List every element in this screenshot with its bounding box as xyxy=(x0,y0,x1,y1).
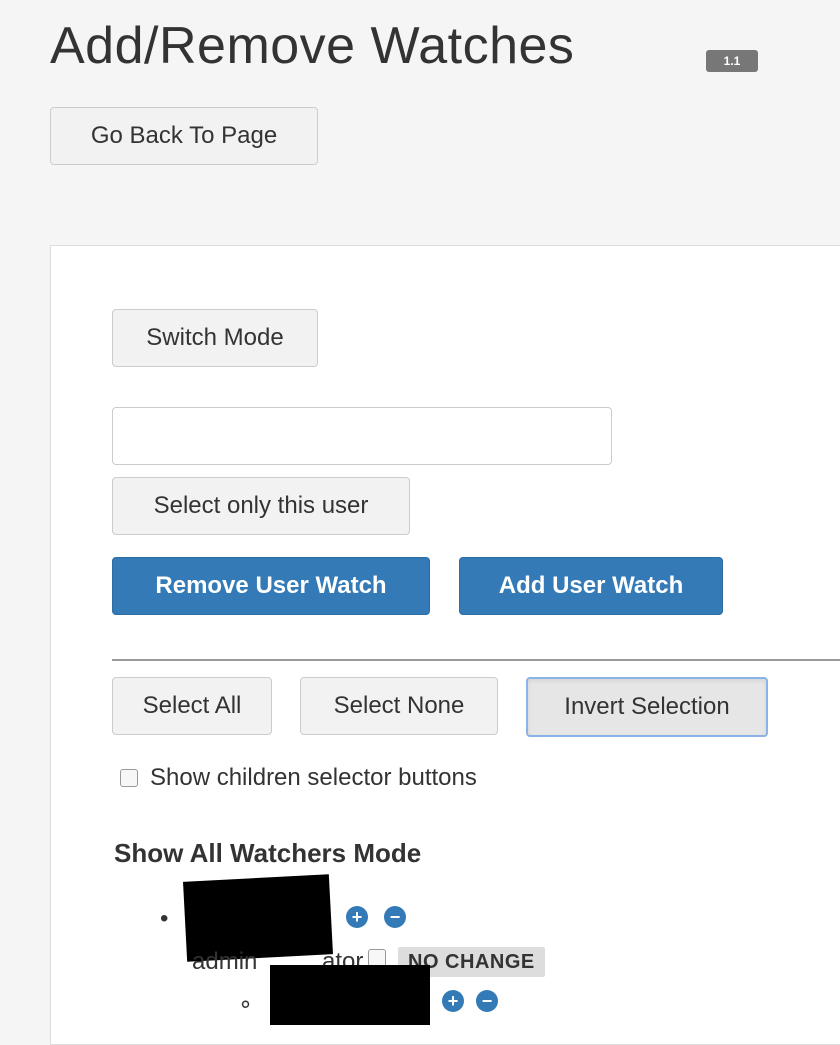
page-title: Add/Remove Watches xyxy=(50,17,575,75)
plus-circle-icon[interactable]: + xyxy=(442,990,464,1012)
select-only-this-user-button[interactable]: Select only this user xyxy=(112,477,410,535)
select-none-button[interactable]: Select None xyxy=(300,677,498,735)
switch-mode-button[interactable]: Switch Mode xyxy=(112,309,318,367)
remove-user-watch-button[interactable]: Remove User Watch xyxy=(112,557,430,615)
show-children-checkbox[interactable] xyxy=(120,769,138,787)
add-user-watch-button[interactable]: Add User Watch xyxy=(459,557,723,615)
show-children-label: Show children selector buttons xyxy=(150,764,477,791)
divider xyxy=(112,659,840,661)
invert-selection-button[interactable]: Invert Selection xyxy=(526,677,768,737)
version-badge: 1.1 xyxy=(706,50,758,72)
go-back-button[interactable]: Go Back To Page xyxy=(50,107,318,165)
mode-heading: Show All Watchers Mode xyxy=(114,838,422,868)
tree-bullet: • xyxy=(160,905,169,932)
user-search-input[interactable] xyxy=(112,407,612,465)
plus-circle-icon[interactable]: + xyxy=(346,906,368,928)
show-children-option[interactable]: Show children selector buttons xyxy=(120,763,477,793)
select-all-button[interactable]: Select All xyxy=(112,677,272,735)
minus-circle-icon[interactable]: − xyxy=(476,990,498,1012)
minus-circle-icon[interactable]: − xyxy=(384,906,406,928)
user-name-prefix: admin xyxy=(192,948,258,975)
redacted-block xyxy=(270,965,430,1025)
